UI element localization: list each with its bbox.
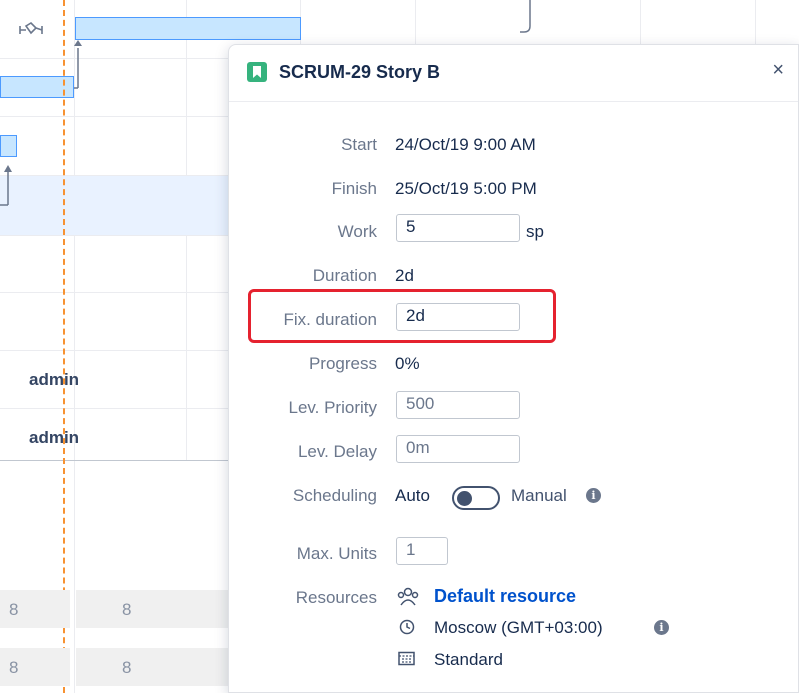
work-input[interactable]: 5 bbox=[396, 214, 520, 242]
issue-title[interactable]: SCRUM-29 Story B bbox=[279, 62, 440, 83]
section-divider bbox=[0, 460, 240, 461]
lev-delay-label: Lev. Delay bbox=[297, 442, 377, 461]
scheduling-toggle[interactable] bbox=[452, 486, 500, 510]
row-divider bbox=[0, 235, 240, 236]
lev-priority-input[interactable]: 500 bbox=[396, 391, 520, 419]
work-unit: sp bbox=[526, 222, 544, 241]
finish-label: Finish bbox=[331, 179, 377, 198]
scheduling-manual-label: Manual bbox=[511, 486, 567, 505]
issue-details-panel: SCRUM-29 Story B × Start 24/Oct/19 9:00 … bbox=[228, 44, 799, 693]
grid-line bbox=[755, 0, 756, 44]
row-divider bbox=[0, 350, 240, 351]
dependency-links bbox=[0, 40, 82, 206]
capacity-value: 8 bbox=[122, 600, 132, 619]
work-label: Work bbox=[337, 222, 377, 241]
start-value: 24/Oct/19 9:00 AM bbox=[395, 135, 536, 154]
assignee-label: admin bbox=[29, 370, 80, 389]
close-icon[interactable]: × bbox=[772, 59, 784, 82]
max-units-label: Max. Units bbox=[296, 544, 377, 563]
resources-label: Resources bbox=[295, 588, 377, 607]
progress-label: Progress bbox=[308, 354, 377, 373]
lev-priority-label: Lev. Priority bbox=[288, 398, 378, 417]
max-units-input[interactable]: 1 bbox=[396, 537, 448, 565]
capacity-value: 8 bbox=[122, 658, 132, 677]
info-icon[interactable]: i bbox=[654, 620, 669, 635]
row-divider bbox=[0, 408, 240, 409]
toggle-knob bbox=[457, 491, 472, 506]
row-divider bbox=[0, 292, 240, 293]
fix-duration-input[interactable]: 2d bbox=[396, 303, 520, 331]
scheduling-label: Scheduling bbox=[292, 486, 377, 505]
capacity-cell bbox=[76, 648, 228, 686]
default-resource-link[interactable]: Default resource bbox=[434, 586, 576, 607]
timezone-value: Moscow (GMT+03:00) bbox=[434, 618, 603, 637]
grid-line bbox=[640, 0, 641, 44]
clock-icon bbox=[399, 619, 415, 635]
grid-line bbox=[415, 0, 416, 44]
calendar-grid-icon bbox=[398, 651, 415, 666]
resource-group-icon bbox=[397, 587, 419, 606]
duration-label: Duration bbox=[312, 266, 377, 285]
info-icon[interactable]: i bbox=[586, 488, 601, 503]
start-label: Start bbox=[341, 135, 377, 154]
panel-header: SCRUM-29 Story B × bbox=[229, 45, 798, 102]
finish-value: 25/Oct/19 5:00 PM bbox=[395, 179, 537, 198]
scheduling-auto-label: Auto bbox=[395, 486, 430, 505]
lev-delay-input[interactable]: 0m bbox=[396, 435, 520, 463]
story-bookmark-icon bbox=[247, 62, 267, 82]
calendar-value: Standard bbox=[434, 650, 503, 669]
duration-value: 2d bbox=[395, 266, 414, 285]
fix-duration-label: Fix. duration bbox=[283, 310, 377, 329]
capacity-value: 8 bbox=[9, 600, 19, 619]
assignee-label: admin bbox=[29, 428, 80, 447]
progress-value: 0% bbox=[395, 354, 420, 373]
capacity-cell bbox=[76, 590, 228, 628]
capacity-value: 8 bbox=[9, 658, 19, 677]
dependency-link bbox=[520, 0, 531, 33]
